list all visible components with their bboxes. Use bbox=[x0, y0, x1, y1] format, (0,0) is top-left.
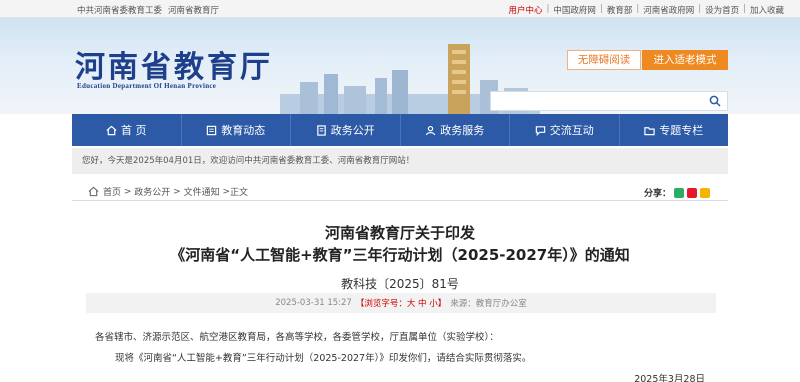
document-icon bbox=[316, 124, 326, 136]
header-banner: 河南省教育厅 Education Department Of Henan Pro… bbox=[0, 18, 800, 114]
service-icon bbox=[426, 125, 436, 135]
breadcrumb-file-notices[interactable]: 文件通知 bbox=[184, 185, 220, 198]
link-party-committee[interactable]: 中共河南省委教育工委 bbox=[77, 4, 162, 16]
chat-icon bbox=[535, 125, 545, 136]
link-set-homepage[interactable]: 设为首页 bbox=[701, 4, 743, 16]
home-icon bbox=[106, 125, 117, 135]
breadcrumb-separator: > bbox=[121, 186, 135, 197]
article-source: 来源：教育厅办公室 bbox=[450, 299, 527, 309]
home-icon bbox=[88, 186, 99, 197]
wechat-share-icon[interactable] bbox=[674, 187, 684, 198]
weibo-share-icon[interactable] bbox=[687, 187, 697, 198]
share-label: 分享： bbox=[643, 189, 671, 199]
nav-label: 交流互动 bbox=[549, 124, 594, 137]
nav-item-home[interactable]: 首 页 bbox=[72, 114, 182, 146]
nav-label: 政务公开 bbox=[330, 124, 375, 137]
folder-icon bbox=[644, 126, 655, 135]
breadcrumb: 首页 > 政务公开 > 文件通知 > 正文 分享： bbox=[72, 183, 728, 201]
accessible-reading-button[interactable]: 无障碍阅读 bbox=[567, 50, 641, 70]
link-add-favorite[interactable]: 加入收藏 bbox=[746, 4, 788, 16]
article-title-line1: 河南省教育厅关于印发 bbox=[324, 224, 475, 242]
nav-item-gov-affairs[interactable]: 政务公开 bbox=[291, 114, 401, 146]
news-icon bbox=[207, 125, 217, 135]
nav-item-gov-services[interactable]: 政务服务 bbox=[401, 114, 510, 146]
link-education-dept[interactable]: 河南省教育厅 bbox=[168, 4, 219, 16]
nav-label: 专题专栏 bbox=[659, 124, 704, 137]
breadcrumb-gov-affairs[interactable]: 政务公开 bbox=[134, 185, 170, 198]
article-recipients: 各省辖市、济源示范区、航空港区教育局，各高等学校，各委管学校，厅直属单位（实验学… bbox=[95, 332, 499, 343]
site-title: 河南省教育厅 bbox=[75, 50, 273, 85]
nav-item-interaction[interactable]: 交流互动 bbox=[510, 114, 620, 146]
link-gov-cn[interactable]: 中国政府网 bbox=[549, 4, 600, 16]
publish-datetime: 2025-03-31 15:27 bbox=[275, 298, 352, 308]
top-left-links: 中共河南省委教育工委 河南省教育厅 bbox=[77, 4, 219, 16]
breadcrumb-current: 正文 bbox=[229, 188, 248, 198]
font-size-selector[interactable]: 【浏览字号：大 中 小】 bbox=[356, 297, 446, 309]
top-bar: 中共河南省委教育工委 河南省教育厅 用户中心 | 中国政府网 | 教育部 | 河… bbox=[0, 0, 800, 18]
nav-label: 政务服务 bbox=[440, 124, 485, 137]
article-body-paragraph: 现将《河南省“人工智能+教育”三年行动计划（2025-2027年）》印发你们，请… bbox=[115, 353, 532, 364]
nav-label: 首 页 bbox=[121, 124, 147, 137]
nav-item-education-news[interactable]: 教育动态 bbox=[182, 114, 291, 146]
breadcrumb-separator: > bbox=[219, 186, 230, 197]
share-bar: 分享： bbox=[644, 186, 710, 199]
article-meta: 2025-03-31 15:27 【浏览字号：大 中 小】 来源：教育厅办公室 bbox=[86, 293, 716, 313]
welcome-notice: 您好，今天是2025年04月01日，欢迎访问中共河南省委教育工委、河南省教育厅网… bbox=[72, 148, 728, 174]
search-input[interactable] bbox=[490, 91, 728, 111]
article-title-line2: 《河南省“人工智能+教育”三年行动计划（2025-2027年）》的通知 bbox=[170, 246, 630, 264]
elder-mode-button[interactable]: 进入适老模式 bbox=[642, 50, 728, 70]
top-right-links: 用户中心 | 中国政府网 | 教育部 | 河南省政府网 | 设为首页 | 加入收… bbox=[505, 4, 788, 16]
user-center-link[interactable]: 用户中心 bbox=[505, 4, 547, 16]
breadcrumb-home[interactable]: 首页 bbox=[103, 185, 121, 198]
breadcrumb-separator: > bbox=[170, 186, 184, 197]
link-henan-gov[interactable]: 河南省政府网 bbox=[639, 4, 698, 16]
search-icon[interactable] bbox=[709, 95, 721, 107]
site-subtitle-en: Education Department Of Henan Province bbox=[77, 82, 217, 90]
link-moe[interactable]: 教育部 bbox=[603, 4, 637, 16]
document-number: 教科技〔2025〕81号 bbox=[341, 277, 459, 291]
article-date: 2025年3月28日 bbox=[634, 374, 705, 382]
main-nav: 首 页 教育动态 政务公开 政务服务 交流互动 专题专栏 bbox=[72, 114, 728, 146]
nav-label: 教育动态 bbox=[221, 124, 266, 137]
nav-item-special-topics[interactable]: 专题专栏 bbox=[620, 114, 729, 146]
qzone-share-icon[interactable] bbox=[700, 187, 710, 198]
